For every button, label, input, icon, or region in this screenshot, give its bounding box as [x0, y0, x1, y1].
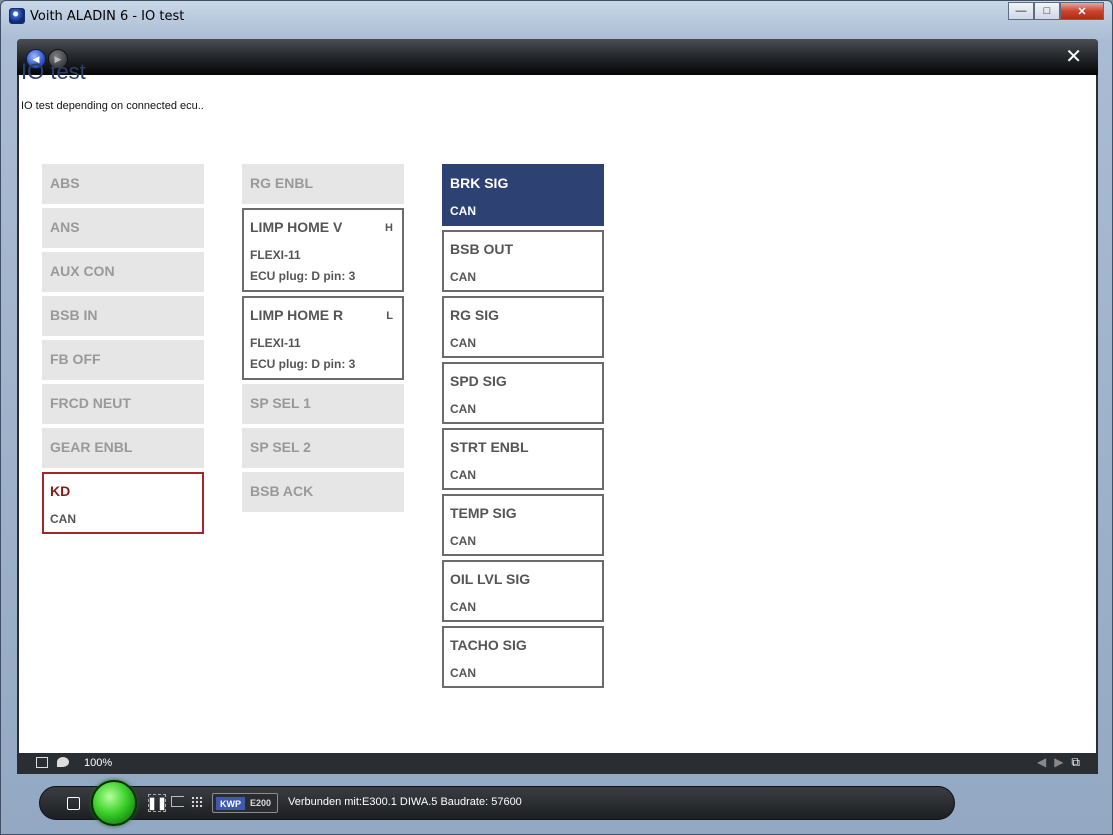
tile-source: CAN — [450, 204, 476, 218]
io-tile[interactable]: ABS — [42, 164, 204, 204]
connection-status-led — [91, 780, 137, 826]
io-tile[interactable]: OIL LVL SIG CAN — [442, 560, 604, 622]
io-tile[interactable]: TEMP SIG CAN — [442, 494, 604, 556]
io-tile[interactable]: RG SIG CAN — [442, 296, 604, 358]
tile-plug: ECU plug: D pin: 3 — [250, 269, 356, 283]
zoom-level: 100% — [84, 757, 113, 769]
connection-toolbar: ❚❚ KWP E200 Verbunden mit:E300.1 DIWA.5 … — [39, 780, 955, 826]
tile-label: SPD SIG — [450, 373, 507, 389]
grid-icon[interactable] — [191, 796, 204, 809]
tile-label: FB OFF — [50, 351, 101, 367]
prev-page-icon[interactable]: ◀ — [1037, 755, 1054, 769]
tile-label: GEAR ENBL — [50, 439, 133, 455]
protocol-label: KWP — [216, 797, 245, 810]
tile-label: FRCD NEUT — [50, 395, 131, 411]
tile-label: SP SEL 2 — [250, 439, 311, 455]
io-tile[interactable]: SP SEL 1 — [242, 384, 404, 424]
tile-label: ANS — [50, 219, 80, 235]
tile-source: FLEXI-11 — [250, 336, 301, 350]
next-page-icon[interactable]: ▶ — [1054, 755, 1071, 769]
tile-level: H — [385, 222, 393, 234]
io-tile[interactable]: SPD SIG CAN — [442, 362, 604, 424]
tile-source: CAN — [450, 666, 476, 680]
tile-source: CAN — [450, 402, 476, 416]
tile-label: LIMP HOME R — [250, 307, 344, 323]
io-tile[interactable]: STRT ENBL CAN — [442, 428, 604, 490]
app-logo-icon — [9, 8, 25, 24]
tile-label: TEMP SIG — [450, 505, 517, 521]
tile-source: CAN — [50, 512, 76, 526]
tile-level: L — [386, 310, 393, 322]
tile-label: BSB ACK — [250, 483, 314, 499]
io-tile[interactable]: GEAR ENBL — [42, 428, 204, 468]
io-tile[interactable]: FRCD NEUT — [42, 384, 204, 424]
fit-screen-icon[interactable] — [36, 757, 48, 768]
ecu-label: E200 — [250, 798, 272, 808]
window-controls: — □ ✕ — [1008, 2, 1104, 20]
page-arrows: ◀▶⧉ — [1037, 755, 1088, 770]
close-page-button[interactable]: ✕ — [1065, 47, 1082, 67]
tile-source: CAN — [450, 270, 476, 284]
expand-icon[interactable]: ⧉ — [1071, 755, 1088, 769]
title-bar: Voith ALADIN 6 - IO test — □ ✕ — [1, 1, 1112, 31]
tile-label: KD — [50, 483, 71, 499]
stop-button[interactable] — [67, 797, 80, 810]
tile-label: ABS — [50, 175, 80, 191]
minimize-button[interactable]: — — [1008, 2, 1034, 20]
tile-label: STRT ENBL — [450, 439, 529, 455]
tile-source: CAN — [450, 534, 476, 548]
tile-source: CAN — [450, 336, 476, 350]
io-tile[interactable]: KD CAN — [42, 472, 204, 534]
io-tile[interactable]: ANS — [42, 208, 204, 248]
io-tile[interactable]: FB OFF — [42, 340, 204, 380]
io-tile[interactable]: BRK SIG CAN — [442, 164, 604, 226]
view-status-bar: 100% ◀▶⧉ — [17, 753, 1098, 774]
io-tile[interactable]: BSB ACK — [242, 472, 404, 512]
tile-label: BSB OUT — [450, 241, 513, 257]
tile-label: LIMP HOME V — [250, 219, 343, 235]
tile-source: CAN — [450, 468, 476, 482]
tile-label: BRK SIG — [450, 175, 509, 191]
tile-label: TACHO SIG — [450, 637, 527, 653]
io-tile[interactable]: BSB OUT CAN — [442, 230, 604, 292]
io-tile[interactable]: BSB IN — [42, 296, 204, 336]
tile-label: OIL LVL SIG — [450, 571, 531, 587]
protocol-badge: KWP E200 — [212, 793, 278, 813]
nav-bar: ◀ ▶ ✕ — [17, 39, 1098, 75]
tile-source: FLEXI-11 — [250, 248, 301, 262]
io-tile[interactable]: LIMP HOME R L FLEXI-11 ECU plug: D pin: 3 — [242, 296, 404, 380]
tile-source: CAN — [450, 600, 476, 614]
io-tile[interactable]: SP SEL 2 — [242, 428, 404, 468]
window-title: Voith ALADIN 6 - IO test — [30, 8, 185, 24]
connection-text: Verbunden mit:E300.1 DIWA.5 Baudrate: 57… — [288, 796, 522, 808]
tile-label: RG ENBL — [250, 175, 313, 191]
tile-label: RG SIG — [450, 307, 500, 323]
tile-label: SP SEL 1 — [250, 395, 311, 411]
pause-button[interactable]: ❚❚ — [147, 794, 167, 812]
page-subtitle: IO test depending on connected ecu.. — [21, 100, 204, 112]
close-window-button[interactable]: ✕ — [1060, 2, 1104, 20]
io-tile[interactable]: RG ENBL — [242, 164, 404, 204]
comment-icon[interactable] — [57, 757, 69, 767]
page-title: IO test — [21, 59, 86, 84]
maximize-button[interactable]: □ — [1034, 2, 1060, 20]
switch-icon[interactable] — [171, 796, 184, 807]
io-tile[interactable]: TACHO SIG CAN — [442, 626, 604, 688]
tile-label: BSB IN — [50, 307, 98, 323]
io-tile[interactable]: LIMP HOME V H FLEXI-11 ECU plug: D pin: 3 — [242, 208, 404, 292]
app-window: Voith ALADIN 6 - IO test — □ ✕ ◀ ▶ ✕ 100… — [0, 0, 1113, 835]
tile-plug: ECU plug: D pin: 3 — [250, 357, 356, 371]
io-tile[interactable]: AUX CON — [42, 252, 204, 292]
tile-label: AUX CON — [50, 263, 115, 279]
